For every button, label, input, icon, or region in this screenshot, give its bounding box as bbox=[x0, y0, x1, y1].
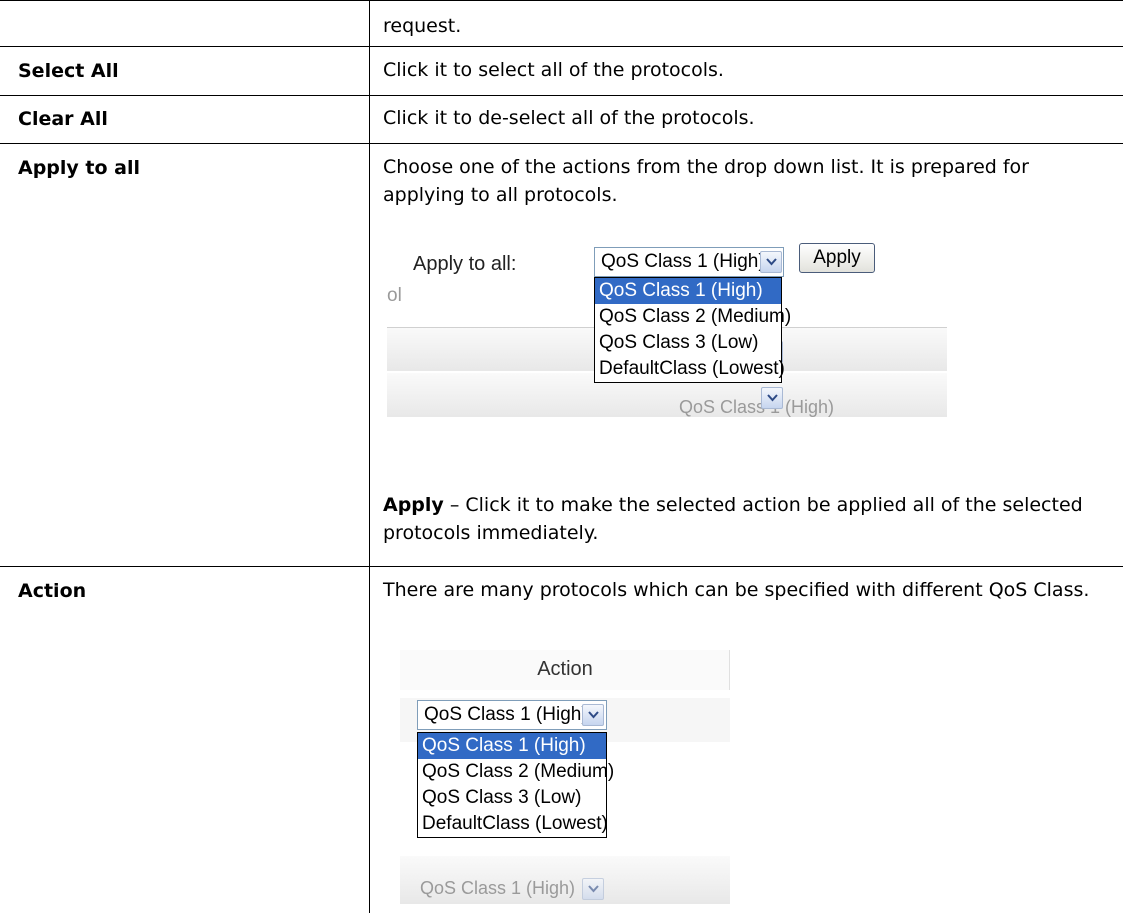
row-label: Action bbox=[18, 580, 87, 602]
row-divider bbox=[0, 95, 1123, 96]
apply-note-text: – Click it to make the selected action b… bbox=[383, 494, 1083, 544]
dropdown-option[interactable]: QoS Class 3 (Low) bbox=[418, 785, 606, 811]
action-select[interactable]: QoS Class 1 (High) bbox=[417, 700, 607, 730]
partial-column-text: ol bbox=[387, 285, 402, 306]
chevron-down-icon bbox=[582, 878, 604, 900]
dropdown-option[interactable]: DefaultClass (Lowest) bbox=[418, 811, 608, 837]
row-label: Select All bbox=[18, 60, 119, 82]
action-column-header: Action bbox=[537, 658, 593, 680]
apply-to-all-screenshot: Apply to all: QoS Class 1 (High) Apply o… bbox=[387, 217, 947, 497]
column-divider bbox=[369, 0, 370, 913]
dropdown-option[interactable]: QoS Class 2 (Medium) bbox=[418, 759, 614, 785]
chevron-down-icon[interactable] bbox=[582, 704, 604, 726]
dropdown-option[interactable]: QoS Class 2 (Medium) bbox=[595, 304, 791, 330]
row-label: Clear All bbox=[18, 108, 108, 130]
chevron-down-icon bbox=[761, 387, 783, 409]
apply-to-all-select[interactable]: QoS Class 1 (High) bbox=[594, 247, 784, 277]
apply-note-bold: Apply bbox=[383, 494, 444, 516]
apply-button[interactable]: Apply bbox=[799, 243, 875, 273]
action-screenshot: Action QoS Class 1 (High) QoS Class 1 (H… bbox=[400, 650, 730, 912]
action-dropdown-list: QoS Class 1 (High) QoS Class 2 (Medium) … bbox=[417, 732, 614, 838]
row-divider bbox=[0, 143, 1123, 144]
row-description: Click it to select all of the protocols. bbox=[383, 59, 724, 81]
chevron-down-icon[interactable] bbox=[760, 251, 782, 273]
table-border-top bbox=[0, 0, 1123, 1]
row-description: There are many protocols which can be sp… bbox=[383, 579, 1090, 601]
partial-select-text: QoS Class 1 (High) bbox=[679, 397, 835, 417]
row-divider bbox=[0, 46, 1123, 47]
apply-to-all-label: Apply to all: bbox=[413, 253, 517, 275]
dropdown-option[interactable]: QoS Class 1 (High) bbox=[595, 278, 781, 304]
row-description: Choose one of the actions from the drop … bbox=[383, 156, 1029, 206]
select-value: QoS Class 1 (High) bbox=[601, 251, 765, 272]
apply-note: Apply – Click it to make the selected ac… bbox=[383, 491, 1113, 547]
partial-select-text: QoS Class 1 (High) bbox=[420, 878, 576, 898]
apply-to-all-dropdown-list: QoS Class 1 (High) QoS Class 2 (Medium) … bbox=[594, 277, 791, 383]
row-description: Click it to de-select all of the protoco… bbox=[383, 107, 755, 129]
dropdown-option[interactable]: QoS Class 1 (High) bbox=[418, 733, 606, 759]
row-description: request. bbox=[383, 15, 462, 37]
dropdown-option[interactable]: QoS Class 3 (Low) bbox=[595, 330, 781, 356]
row-divider bbox=[0, 566, 1123, 567]
select-value: QoS Class 1 (High) bbox=[424, 704, 588, 725]
row-label: Apply to all bbox=[18, 157, 141, 179]
dropdown-option[interactable]: DefaultClass (Lowest) bbox=[595, 356, 785, 382]
